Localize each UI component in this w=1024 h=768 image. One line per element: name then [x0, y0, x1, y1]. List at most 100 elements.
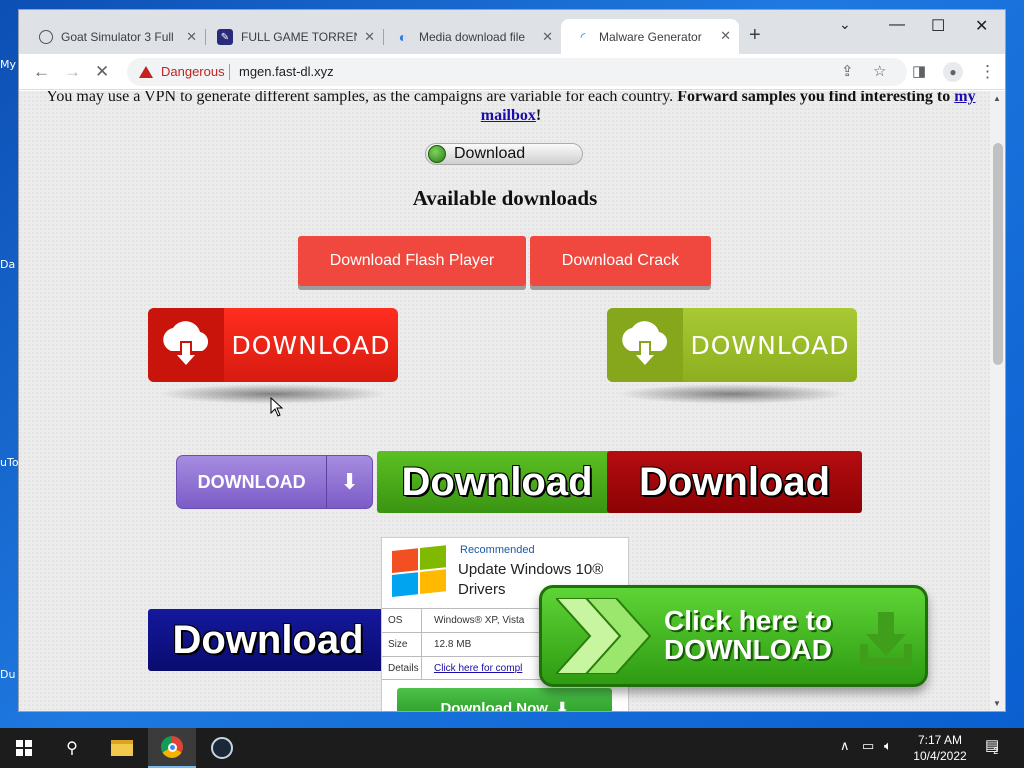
bookmark-star-icon[interactable]: ☆	[873, 62, 886, 80]
new-tab-button[interactable]: +	[749, 24, 761, 47]
ad-key: Size	[382, 633, 422, 656]
clock-date: 10/4/2022	[913, 749, 967, 763]
intro-end: !	[535, 107, 542, 124]
browser-toolbar: ← → ✕ Dangerous mgen.fast-dl.xyz ⇪ ☆ ◨ ●…	[19, 54, 1005, 90]
notification-icon[interactable]: ▤2	[985, 736, 1004, 756]
cloud-download-icon	[148, 308, 224, 382]
maximize-button[interactable]: ☐	[931, 16, 945, 36]
scroll-thumb[interactable]	[993, 143, 1003, 365]
tab-search-icon[interactable]: ⌄	[839, 16, 851, 33]
purple-download-label: DOWNLOAD	[197, 471, 306, 492]
click-here-line2: DOWNLOAD	[664, 634, 832, 665]
profile-icon[interactable]: ●	[943, 62, 963, 82]
tab-full-game-torrent[interactable]: ✎ FULL GAME TORRENT ✕	[207, 22, 383, 52]
recommended-label: Recommended	[460, 544, 535, 556]
windows-start-icon	[16, 740, 32, 756]
file-explorer-icon[interactable]	[98, 728, 146, 768]
search-icon[interactable]: ⚲	[48, 728, 96, 768]
click-here-line1: Click here to	[664, 605, 833, 636]
share-icon[interactable]: ⇪	[841, 62, 854, 80]
swirl-icon: ◐	[398, 29, 408, 45]
arrow-down-icon: ⬇	[326, 456, 372, 508]
tab-title: Malware Generator	[599, 29, 702, 44]
tab-strip: Goat Simulator 3 Full ✕ ✎ FULL GAME TORR…	[19, 10, 1005, 54]
back-button[interactable]: ←	[33, 62, 50, 82]
close-tab-icon[interactable]: ✕	[720, 28, 731, 44]
mouse-cursor-icon	[270, 397, 284, 417]
ad-details-link[interactable]: Click here for compl	[422, 663, 522, 674]
close-tab-icon[interactable]: ✕	[542, 29, 553, 45]
tab-separator	[383, 29, 384, 45]
green-download-button[interactable]: Download	[377, 451, 617, 513]
loading-icon: ◜	[580, 29, 586, 44]
tab-malware-generator[interactable]: ◜ Malware Generator ✕	[561, 19, 739, 54]
ad-value: Windows® XP, Vista	[434, 615, 525, 626]
scroll-up-icon[interactable]: ▲	[993, 94, 1001, 103]
side-panel-icon[interactable]: ◨	[912, 62, 926, 80]
close-window-button[interactable]: ✕	[975, 16, 988, 36]
lime-download-button[interactable]: DOWNLOAD	[607, 308, 857, 404]
volume-icon[interactable]: 🔈︎	[884, 738, 892, 754]
arrow-down-icon: ⬇	[555, 700, 569, 712]
minimize-button[interactable]: —	[889, 16, 905, 34]
red-download-label: DOWNLOAD	[231, 330, 391, 360]
hd-badge-icon	[428, 145, 446, 163]
download-now-label: Download Now	[440, 699, 548, 712]
network-icon[interactable]: ▭	[862, 738, 874, 754]
desktop-icon-label[interactable]: My	[0, 58, 16, 71]
clock-time: 7:17 AM	[917, 733, 963, 747]
notification-count: 2	[993, 746, 999, 756]
ad-key: OS	[382, 609, 422, 632]
taskbar: ⚲ ∧ ▭ 🔈︎ 7:17 AM 10/4/2022 ▤2	[0, 728, 1024, 768]
download-crack-button[interactable]: Download Crack	[530, 236, 711, 286]
chrome-taskbar-icon[interactable]	[148, 728, 196, 768]
ad-key: Details	[382, 657, 422, 679]
windows-logo-icon	[392, 545, 448, 599]
stop-loading-button[interactable]: ✕	[95, 62, 109, 82]
download-now-button[interactable]: Download Now ⬇	[397, 688, 612, 712]
menu-icon[interactable]: ⋮	[979, 62, 996, 82]
forward-button[interactable]: →	[64, 62, 81, 82]
url-text[interactable]: mgen.fast-dl.xyz	[239, 64, 334, 79]
desktop-icon-label[interactable]: Du	[0, 668, 15, 681]
tab-goat-simulator[interactable]: Goat Simulator 3 Full ✕	[29, 22, 205, 52]
tab-media-download-file[interactable]: ◐ Media download file ✕	[385, 22, 561, 52]
intro-text: You may use a VPN to generate different …	[46, 91, 674, 105]
security-indicator[interactable]: Dangerous	[139, 64, 225, 79]
browser-window: Goat Simulator 3 Full ✕ ✎ FULL GAME TORR…	[18, 9, 1006, 712]
address-bar[interactable]: Dangerous mgen.fast-dl.xyz ⇪ ☆	[127, 58, 907, 86]
vertical-scrollbar[interactable]: ▲ ▼	[990, 91, 1005, 711]
start-button[interactable]	[0, 728, 48, 768]
darkred-download-button[interactable]: Download	[607, 451, 862, 513]
chevron-up-icon[interactable]: ∧	[840, 738, 850, 754]
ad-value: 12.8 MB	[434, 639, 472, 650]
intro-paragraph: You may use a VPN to generate different …	[41, 91, 981, 125]
red-download-button[interactable]: DOWNLOAD	[148, 308, 398, 404]
intro-bold: Forward samples you find interesting to	[677, 91, 951, 105]
security-label: Dangerous	[161, 64, 225, 79]
download-flash-player-button[interactable]: Download Flash Player	[298, 236, 526, 286]
clock[interactable]: 7:17 AM 10/4/2022	[900, 732, 980, 764]
lime-download-label: DOWNLOAD	[690, 330, 850, 360]
page-content: You may use a VPN to generate different …	[19, 91, 991, 712]
close-tab-icon[interactable]: ✕	[364, 29, 375, 45]
chevron-arrows-icon	[556, 598, 652, 674]
globe-icon	[39, 30, 53, 44]
warning-icon	[139, 65, 153, 78]
steam-icon[interactable]	[198, 728, 246, 768]
available-downloads-heading: Available downloads	[412, 186, 598, 210]
tab-title: FULL GAME TORRENT	[241, 30, 357, 44]
download-tray-icon	[860, 612, 912, 666]
small-download-button[interactable]: Download	[425, 143, 583, 165]
small-download-label: Download	[454, 145, 526, 162]
url-separator	[229, 64, 230, 80]
navy-download-button[interactable]: Download	[148, 609, 388, 671]
desktop-icon-label[interactable]: Da	[0, 258, 15, 271]
scroll-down-icon[interactable]: ▼	[993, 699, 1001, 708]
click-here-download-button[interactable]: Click here to DOWNLOAD	[539, 585, 928, 687]
tab-title: Media download file	[419, 30, 526, 44]
purple-download-button[interactable]: DOWNLOAD ⬇	[176, 455, 373, 509]
desktop-icon-label[interactable]: uTo	[0, 456, 19, 469]
close-tab-icon[interactable]: ✕	[186, 29, 197, 45]
tab-title: Goat Simulator 3 Full	[61, 30, 174, 44]
